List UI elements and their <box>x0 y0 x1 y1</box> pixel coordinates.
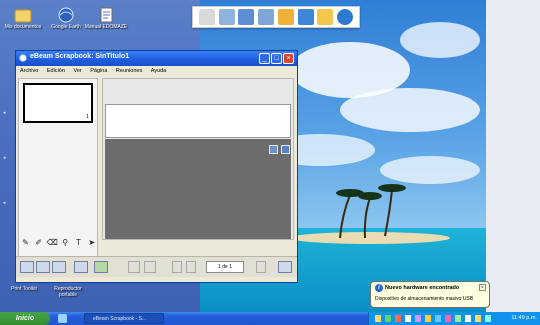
quick-launch-icon[interactable] <box>58 314 67 323</box>
desktop-icon-portable-player[interactable]: Reproductor portable <box>46 286 90 298</box>
screen-icon[interactable] <box>218 9 235 25</box>
page-indicator: 1 de 1 <box>206 261 244 273</box>
ebeam-scrapbook-window: eBeam Scrapbook: SinTitulo1 _ □ × Archiv… <box>15 50 298 283</box>
previous-page-button[interactable] <box>172 261 182 273</box>
desktop-icon-print-toolkit[interactable]: Print Toolkit <box>2 286 46 292</box>
usb-icon[interactable] <box>375 315 381 322</box>
canvas-background <box>105 139 291 239</box>
window-title: eBeam Scrapbook: SinTitulo1 <box>30 53 130 60</box>
view-full-icon[interactable] <box>52 261 66 273</box>
desktop: Mis documentos Google Earth Manual EDOMA… <box>0 0 540 325</box>
page-canvas[interactable] <box>105 104 291 138</box>
new-page-icon[interactable] <box>74 261 88 273</box>
app-icon <box>19 54 27 62</box>
view-grid-icon[interactable] <box>36 261 50 273</box>
tray-icon[interactable] <box>445 315 451 322</box>
clock[interactable]: 11:49 p.m. <box>511 312 537 325</box>
next-page-button[interactable] <box>256 261 266 273</box>
start-button[interactable]: Inicio <box>0 312 50 325</box>
balloon-close-button[interactable]: × <box>479 284 486 291</box>
add-image-icon[interactable] <box>94 261 108 273</box>
system-tray: 11:49 p.m. <box>368 312 540 325</box>
ebeam-tray-icon[interactable] <box>425 315 431 322</box>
desktop-edge-mark: ◂ <box>3 155 6 161</box>
window-titlebar[interactable]: eBeam Scrapbook: SinTitulo1 _ □ × <box>16 51 297 66</box>
drawing-canvas-area[interactable] <box>102 78 294 240</box>
menu-ver[interactable]: Ver <box>73 68 81 74</box>
chart-icon[interactable] <box>317 9 334 25</box>
tray-icon[interactable] <box>435 315 441 322</box>
network-icon[interactable] <box>385 315 391 322</box>
text-tool[interactable]: T <box>73 237 84 249</box>
taskbar-app-button[interactable]: eBeam Scrapbook - S... <box>84 313 164 324</box>
desktop-right-edge <box>486 0 540 312</box>
minimize-button[interactable]: _ <box>259 53 270 64</box>
tray-icon[interactable] <box>465 315 471 322</box>
folder-icon[interactable] <box>258 9 275 25</box>
tray-icon[interactable] <box>485 315 491 322</box>
globe-icon[interactable] <box>337 9 354 25</box>
image-icon[interactable] <box>238 9 255 25</box>
notification-balloon[interactable]: i Nuevo hardware encontrado × Dispositiv… <box>370 281 490 308</box>
desktop-edge-mark: ◂ <box>3 200 6 206</box>
close-icon[interactable] <box>281 145 290 154</box>
document-icon <box>96 6 116 24</box>
display-icon[interactable] <box>415 315 421 322</box>
paint-icon[interactable] <box>297 9 314 25</box>
menu-edicion[interactable]: Edición <box>47 68 65 74</box>
maximize-button[interactable]: □ <box>271 53 282 64</box>
restore-icon[interactable] <box>269 145 278 154</box>
close-button[interactable]: × <box>283 53 294 64</box>
zoom-icon[interactable]: ⚲ <box>60 237 71 249</box>
desktop-edge-mark: ◂ <box>3 110 6 116</box>
desktop-icon-label: Manual EDOMAZE <box>84 24 128 30</box>
menu-archivo[interactable]: Archivo <box>20 68 38 74</box>
balloon-title: Nuevo hardware encontrado <box>385 285 460 291</box>
pointer-icon[interactable] <box>198 9 215 25</box>
desktop-icon-manual[interactable]: Manual EDOMAZE <box>84 6 128 30</box>
balloon-message: Dispositivo de almacenamiento masivo USB <box>375 296 474 302</box>
desktop-icon-label: Mis documentos <box>4 24 42 30</box>
eraser-icon[interactable]: ⌫ <box>46 237 57 249</box>
window-bottom-toolbar: 1 de 1 <box>16 256 297 277</box>
marker-icon[interactable]: ✐ <box>33 237 44 249</box>
desktop-icon-google-earth[interactable]: Google Earth <box>44 6 88 30</box>
volume-icon[interactable] <box>405 315 411 322</box>
cut-icon[interactable] <box>128 261 140 273</box>
pen-icon[interactable]: ✎ <box>20 237 31 249</box>
menu-bar: Archivo Edición Ver Página Reuniones Ayu… <box>16 66 297 76</box>
settings-icon[interactable] <box>278 261 292 273</box>
menu-reuniones[interactable]: Reuniones <box>116 68 142 74</box>
copy-icon[interactable] <box>144 261 156 273</box>
security-icon[interactable] <box>395 315 401 322</box>
back-page-button[interactable] <box>186 261 196 273</box>
ebeam-quick-toolbar <box>192 6 360 28</box>
desktop-icon-label: Print Toolkit <box>11 286 37 292</box>
desktop-icon-label: Reproductor portable <box>54 286 82 298</box>
menu-ayuda[interactable]: Ayuda <box>151 68 167 74</box>
desktop-icon-label: Google Earth <box>51 24 81 30</box>
page-thumbnail[interactable]: 1 <box>23 83 93 123</box>
tray-icon[interactable] <box>455 315 461 322</box>
notebook-icon[interactable] <box>277 9 294 25</box>
tray-icon[interactable] <box>475 315 481 322</box>
desktop-icon-my-documents[interactable]: Mis documentos <box>1 6 45 30</box>
info-icon: i <box>375 284 383 292</box>
cursor-icon[interactable]: ➤ <box>86 237 97 249</box>
globe-icon <box>56 6 76 24</box>
folder-icon <box>13 6 33 24</box>
view-single-icon[interactable] <box>20 261 34 273</box>
taskbar: Inicio eBeam Scrapbook - S... 11:49 p.m. <box>0 312 540 325</box>
menu-pagina[interactable]: Página <box>90 68 107 74</box>
drawing-tools: ✎ ✐ ⌫ ⚲ T ➤ <box>20 237 120 249</box>
thumbnail-number: 1 <box>86 114 89 120</box>
